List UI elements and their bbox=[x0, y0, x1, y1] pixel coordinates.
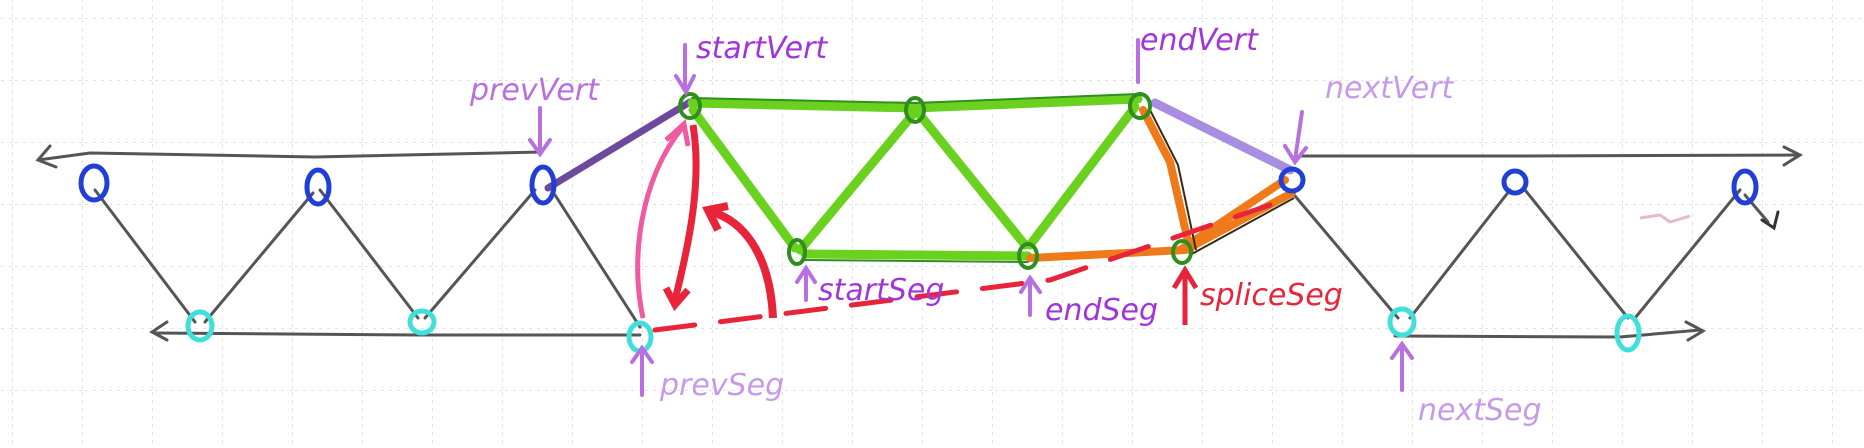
end-vert-label: endVert bbox=[1140, 23, 1259, 58]
graph-paper-grid bbox=[0, 0, 1864, 448]
splice-seg-label: spliceSeg bbox=[1200, 278, 1343, 313]
prev-seg-label: prevSeg bbox=[659, 368, 784, 403]
start-seg-label: startSeg bbox=[818, 273, 944, 308]
prev-vert-label: prevVert bbox=[469, 73, 600, 108]
end-seg-label: endSeg bbox=[1045, 293, 1158, 328]
next-seg-label: nextSeg bbox=[1418, 393, 1542, 428]
truss-splice-diagram: prevVert startVert endVert nextVert star… bbox=[0, 0, 1864, 448]
start-vert-label: startVert bbox=[696, 31, 828, 66]
next-vert-label: nextVert bbox=[1325, 71, 1455, 106]
